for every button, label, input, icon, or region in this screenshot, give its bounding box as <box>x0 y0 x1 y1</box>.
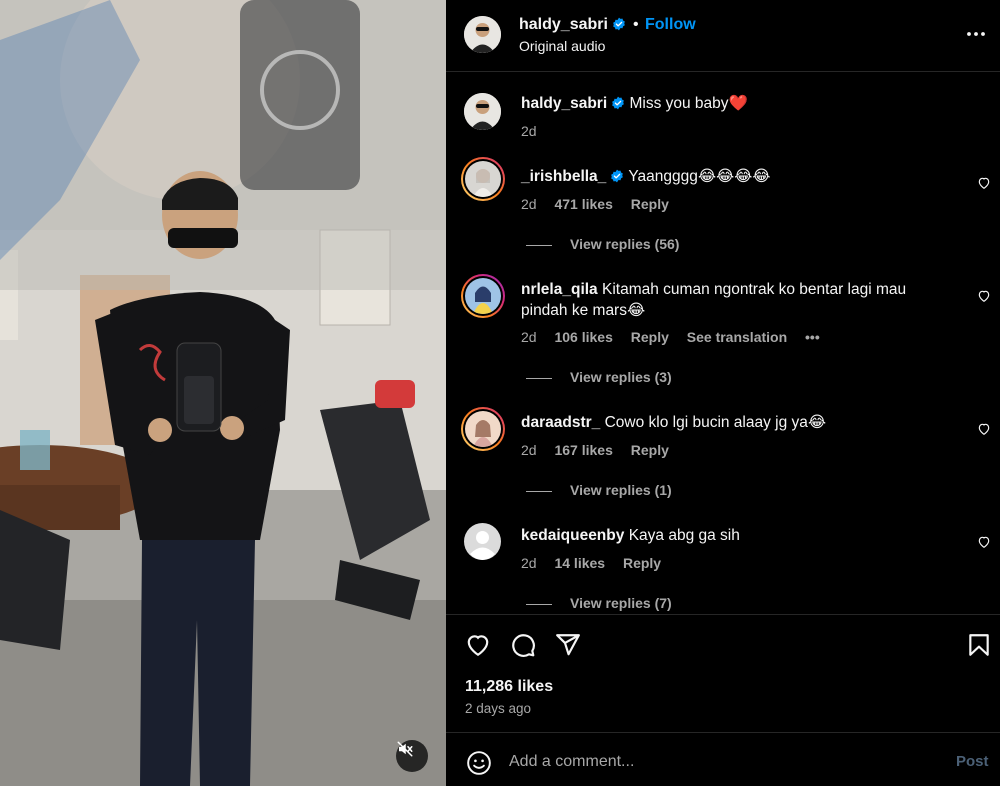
follow-button[interactable]: Follow <box>645 16 696 34</box>
view-replies-button[interactable]: View replies (3) <box>526 369 672 385</box>
post-detail-panel: haldy_sabri • Follow Original audio hald… <box>446 0 1000 786</box>
comment-likes[interactable]: 167 likes <box>554 442 612 458</box>
caption-body: Miss you baby❤️ <box>629 95 748 112</box>
author-avatar[interactable] <box>464 16 501 53</box>
comment-composer: Post <box>446 732 1000 786</box>
author-username-text[interactable]: haldy_sabri <box>519 16 608 33</box>
default-avatar-icon <box>464 523 501 560</box>
view-replies-label[interactable]: View replies (7) <box>570 595 672 611</box>
emoji-icon[interactable] <box>466 750 492 776</box>
user-avatar-image <box>465 278 501 314</box>
caption-username[interactable]: haldy_sabri <box>521 95 607 112</box>
comment-username[interactable]: nrlela_qila <box>521 281 598 298</box>
user-avatar-image <box>465 411 501 447</box>
comment-body: Cowo klo lgi bucin alaay jg ya😂 <box>604 414 827 431</box>
comment-meta: 2d 471 likes Reply <box>521 196 683 212</box>
user-avatar-image <box>465 161 501 197</box>
like-comment-heart-icon[interactable] <box>977 535 991 549</box>
mute-toggle-button[interactable] <box>396 740 428 772</box>
reply-button[interactable]: Reply <box>631 442 669 458</box>
like-heart-icon[interactable] <box>465 632 491 658</box>
view-replies-label[interactable]: View replies (3) <box>570 369 672 385</box>
view-replies-button[interactable]: View replies (1) <box>526 482 672 498</box>
comments-list[interactable]: haldy_sabri Miss you baby❤️ 2d _irishbel… <box>446 73 1000 614</box>
author-avatar-image <box>464 16 501 53</box>
like-comment-heart-icon[interactable] <box>977 289 991 303</box>
post-time[interactable]: 2 days ago <box>465 701 531 716</box>
comment-likes[interactable]: 106 likes <box>554 329 612 345</box>
likes-count[interactable]: 11,286 likes <box>465 678 553 696</box>
comment-username[interactable]: _irishbella_ <box>521 168 606 185</box>
view-replies-label[interactable]: View replies (1) <box>570 482 672 498</box>
separator-dot: • <box>633 16 639 33</box>
like-comment-heart-icon[interactable] <box>977 422 991 436</box>
see-translation-button[interactable]: See translation <box>687 329 787 345</box>
author-avatar-image <box>464 93 501 130</box>
verified-badge-icon <box>611 169 624 183</box>
post-header: haldy_sabri • Follow Original audio <box>446 0 1000 72</box>
comment-text: _irishbella_ Yaangggg😂😂😂😂 <box>521 166 951 187</box>
comment-meta: 2d 167 likes Reply <box>521 442 683 458</box>
view-replies-button[interactable]: View replies (7) <box>526 595 672 611</box>
replies-divider <box>526 603 552 605</box>
post-media[interactable] <box>0 0 446 786</box>
replies-divider <box>526 377 552 379</box>
comment-bubble-icon[interactable] <box>510 632 536 658</box>
comment-more-options-icon[interactable]: ••• <box>805 329 820 345</box>
post-actions: 11,286 likes 2 days ago <box>446 614 1000 732</box>
comment-time[interactable]: 2d <box>521 442 537 458</box>
view-replies-label[interactable]: View replies (56) <box>570 236 679 252</box>
caption-meta: 2d <box>521 123 551 139</box>
comment-meta: 2d 14 likes Reply <box>521 555 675 571</box>
comment-likes[interactable]: 471 likes <box>554 196 612 212</box>
reply-button[interactable]: Reply <box>631 196 669 212</box>
verified-badge-icon <box>612 96 624 110</box>
comment-likes[interactable]: 14 likes <box>554 555 605 571</box>
comment-body: Kaya abg ga sih <box>628 527 740 544</box>
view-replies-button[interactable]: View replies (56) <box>526 236 679 252</box>
original-audio-link[interactable]: Original audio <box>519 38 605 54</box>
more-options-icon[interactable] <box>964 22 988 46</box>
reply-button[interactable]: Reply <box>631 329 669 345</box>
comment-meta: 2d 106 likes Reply See translation ••• <box>521 329 834 345</box>
caption-time[interactable]: 2d <box>521 123 537 139</box>
share-send-icon[interactable] <box>555 632 581 658</box>
post-comment-button[interactable]: Post <box>956 753 989 770</box>
comment-time[interactable]: 2d <box>521 196 537 212</box>
save-bookmark-icon[interactable] <box>966 632 992 658</box>
like-comment-heart-icon[interactable] <box>977 176 991 190</box>
caption-avatar[interactable] <box>464 93 501 130</box>
media-photo <box>0 0 446 786</box>
replies-divider <box>526 490 552 492</box>
replies-divider <box>526 244 552 246</box>
comment-time[interactable]: 2d <box>521 329 537 345</box>
comment-text: daraadstr_ Cowo klo lgi bucin alaay jg y… <box>521 412 951 433</box>
caption-text: haldy_sabri Miss you baby❤️ <box>521 93 951 114</box>
comment-username[interactable]: kedaiqueenby <box>521 527 624 544</box>
author-username[interactable]: haldy_sabri <box>519 16 626 34</box>
comment-text: nrlela_qila Kitamah cuman ngontrak ko be… <box>521 279 951 321</box>
speaker-muted-icon <box>397 741 413 757</box>
comment-text: kedaiqueenby Kaya abg ga sih <box>521 525 951 546</box>
comment-time[interactable]: 2d <box>521 555 537 571</box>
comment-body: Yaangggg😂😂😂😂 <box>628 168 771 185</box>
verified-badge-icon <box>613 17 625 31</box>
reply-button[interactable]: Reply <box>623 555 661 571</box>
comment-input[interactable] <box>509 747 929 777</box>
comment-username[interactable]: daraadstr_ <box>521 414 600 431</box>
comment-avatar[interactable] <box>464 523 501 565</box>
